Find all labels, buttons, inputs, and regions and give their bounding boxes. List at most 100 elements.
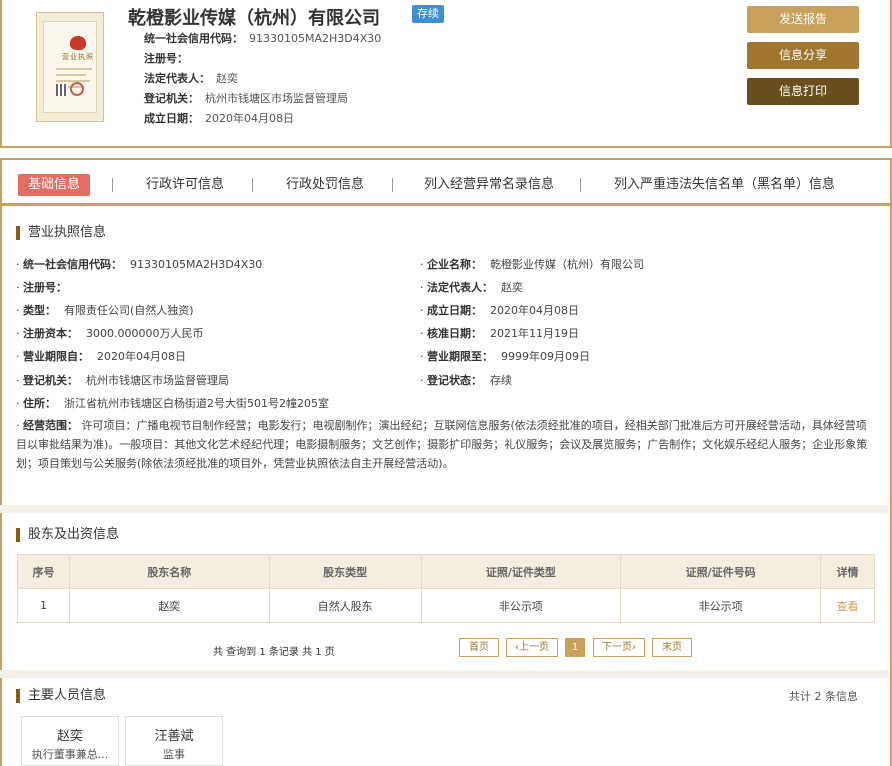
field-label: 成立日期： [144,112,199,125]
license-field: · 企业名称： 乾橙影业传媒（杭州）有限公司 [420,258,644,271]
field-value: 91330105MA2H3D4X30 [249,32,382,45]
pager-prev-label: 上一页 [519,642,549,653]
field-value: 浙江省杭州市钱塘区白杨街道2号大街501号2幢205室 [64,397,329,410]
license-field: · 营业期限自： 2020年04月08日 [16,350,186,363]
qr-code-icon [56,84,68,96]
header-founded-date: 成立日期： 2020年04月08日 [144,110,294,126]
table-cell: 赵奕 [68,588,270,623]
tab-admin-penalty[interactable]: 行政处罚信息 [286,174,364,196]
column-header: 股东名称 [68,554,270,589]
table-cell: 非公示项 [420,588,622,623]
tab-admin-license[interactable]: 行政许可信息 [146,174,224,196]
field-label: 登记状态： [427,374,482,387]
section-divider [0,505,888,513]
field-label: 注册号： [23,281,67,294]
pager-next-button[interactable]: 下一页› [593,638,645,657]
license-field: · 登记机关： 杭州市钱塘区市场监督管理局 [16,374,229,387]
field-value: 2021年11月19日 [490,327,579,340]
business-scope: · 经营范围： 许可项目：广播电视节目制作经营；电影发行；电视剧制作；演出经纪；… [16,419,868,470]
field-label: 成立日期： [427,304,482,317]
field-label: 法定代表人： [144,72,210,85]
pager-current-page[interactable]: 1 [565,638,585,657]
shareholder-table: 序号 股东名称 股东类型 证照/证件类型 证照/证件号码 详情 1 赵奕 自然人… [17,554,875,623]
print-info-button[interactable]: 信息打印 [747,78,859,105]
field-value: 2020年04月08日 [205,112,294,125]
license-field: · 核准日期： 2021年11月19日 [420,327,579,340]
field-value: 杭州市钱塘区市场监督管理局 [86,374,229,387]
field-label: 类型： [23,304,56,317]
pager-info: 共 查询到 1 条记录 共 1 页 [213,647,335,658]
field-label: 法定代表人： [427,281,493,294]
header-legal-rep: 法定代表人： 赵奕 [144,70,238,86]
field-label: 住所： [23,397,56,410]
field-label: 注册资本： [23,327,78,340]
table-row: 1 赵奕 自然人股东 非公示项 非公示项 查看 [17,588,875,623]
tab-separator [392,178,393,192]
license-title: 营业执照 [62,53,94,61]
field-value: 赵奕 [501,281,523,294]
pager-first-button[interactable]: 首页 [459,638,499,657]
person-name: 赵奕 [56,729,83,744]
view-details-link[interactable]: 查看 [820,588,875,623]
status-badge: 存续 [412,5,444,23]
person-role: 监事 [163,748,185,761]
section-divider [0,670,888,678]
column-header: 股东类型 [268,554,422,589]
field-label: 经营范围： [23,419,78,432]
section-title-shareholders: 股东及出资信息 [16,528,119,542]
license-field: · 法定代表人： 赵奕 [420,281,523,294]
send-report-button[interactable]: 发送报告 [747,6,859,33]
field-label: 企业名称： [427,258,482,271]
license-field: · 统一社会信用代码： 91330105MA2H3D4X30 [16,258,263,271]
official-seal-icon [70,82,84,96]
license-field: · 类型： 有限责任公司(自然人独资) [16,304,194,317]
person-card[interactable]: 赵奕 执行董事兼总... [21,716,119,766]
national-emblem-icon [70,36,86,50]
field-label: 营业期限至： [427,350,493,363]
license-field: · 营业期限至： 9999年09月09日 [420,350,590,363]
field-value: 3000.000000万人民币 [86,327,204,340]
field-label: 注册号： [144,52,188,65]
license-field: · 登记状态： 存续 [420,374,512,387]
field-value: 杭州市钱塘区市场监督管理局 [205,92,348,105]
column-header: 证照/证件号码 [620,554,821,589]
field-label: 登记机关： [23,374,78,387]
field-value: 9999年09月09日 [501,350,590,363]
tab-basic-info[interactable]: 基础信息 [18,174,91,196]
person-role: 执行董事兼总... [31,748,109,761]
field-label: 统一社会信用代码： [23,258,122,271]
header-reg-number: 注册号： [144,50,194,66]
people-count: 共计 2 条信息 [789,690,858,703]
share-info-button[interactable]: 信息分享 [747,42,859,69]
pager-prev-button[interactable]: ‹上一页 [506,638,558,657]
field-value: 许可项目：广播电视节目制作经营；电影发行；电视剧制作；演出经纪；互联网信息服务(… [16,419,868,470]
table-cell: 自然人股东 [268,588,422,623]
field-value: 91330105MA2H3D4X30 [130,258,263,271]
tab-abnormal-list[interactable]: 列入经营异常名录信息 [424,174,554,196]
business-license-thumbnail[interactable]: 营业执照 [36,12,104,122]
license-field: · 注册号： [16,281,67,294]
header-authority: 登记机关： 杭州市钱塘区市场监督管理局 [144,90,348,106]
company-name: 乾橙影业传媒（杭州）有限公司 [128,8,380,29]
table-cell: 1 [17,588,70,623]
tab-blacklist[interactable]: 列入严重违法失信名单（黑名单）信息 [614,174,835,196]
chevron-right-icon: › [632,642,636,653]
field-label: 登记机关： [144,92,199,105]
pager-next-label: 下一页 [602,642,632,653]
license-text-line [56,68,92,70]
tab-bar: 基础信息 行政许可信息 行政处罚信息 列入经营异常名录信息 列入严重违法失信名单… [2,160,890,206]
field-value: 存续 [490,374,512,387]
tab-separator [580,178,581,192]
field-value: 2020年04月08日 [490,304,579,317]
pager-last-button[interactable]: 末页 [652,638,692,657]
field-label: 营业期限自： [23,350,89,363]
table-cell: 非公示项 [620,588,821,623]
section-title-license: 营业执照信息 [16,226,106,240]
license-text-line [56,74,86,76]
field-value: 赵奕 [216,72,238,85]
field-value: 有限责任公司(自然人独资) [64,304,194,317]
table-header-row: 序号 股东名称 股东类型 证照/证件类型 证照/证件号码 详情 [17,554,875,589]
column-header: 序号 [17,554,70,589]
person-card[interactable]: 汪善斌 监事 [125,716,223,766]
field-value: 2020年04月08日 [97,350,186,363]
